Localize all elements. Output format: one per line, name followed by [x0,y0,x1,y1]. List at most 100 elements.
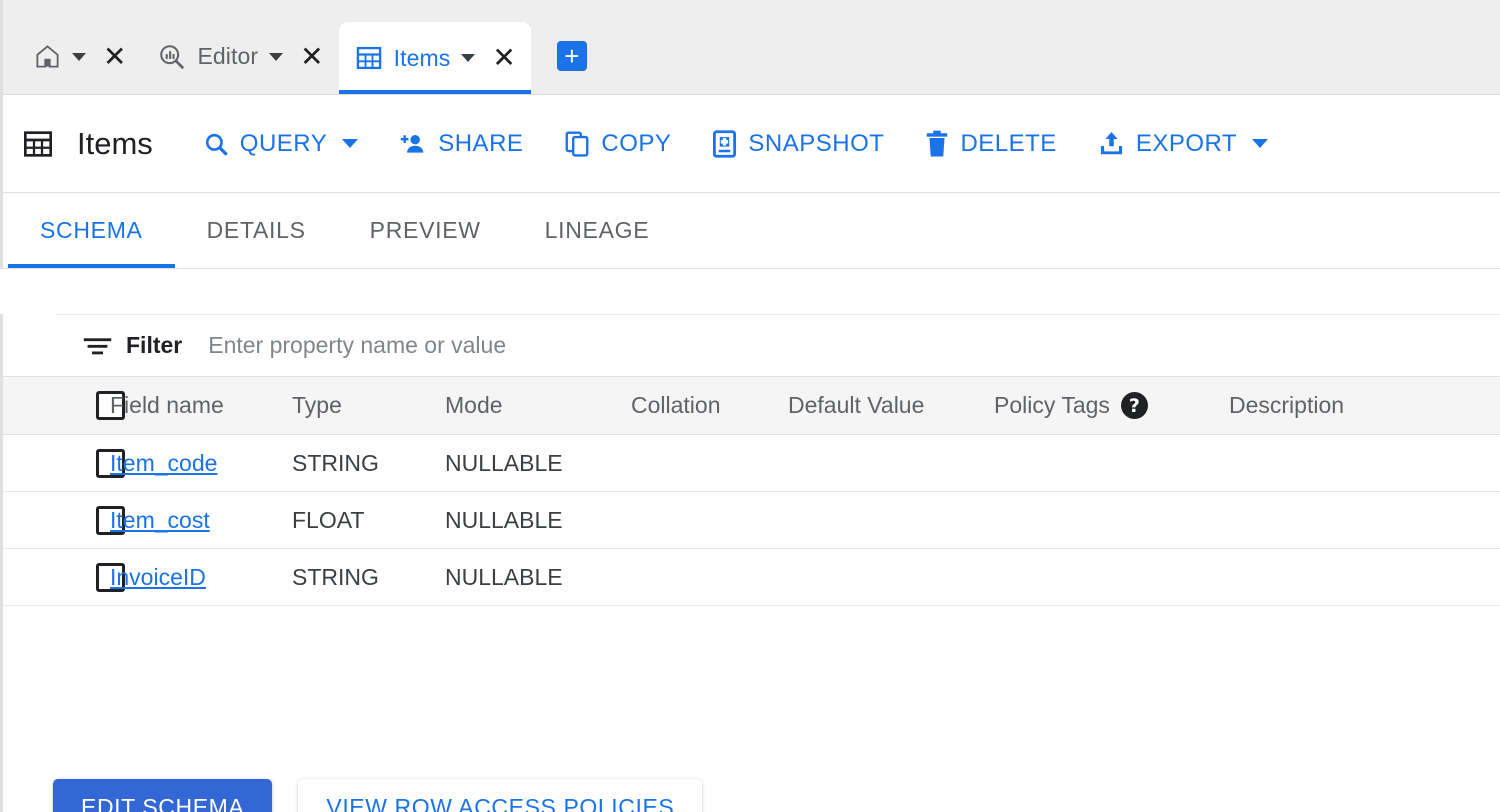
column-header-mode-label: Mode [445,392,503,418]
table-header-row: Field name Type Mode Collation Default V… [0,376,1500,435]
column-header-collation[interactable]: Collation [631,376,788,435]
share-button-label: SHARE [438,129,524,157]
home-icon [34,43,61,70]
column-header-policy-tags[interactable]: Policy Tags ? [994,376,1229,435]
column-header-field-name-label: Field name [110,392,224,418]
column-header-mode[interactable]: Mode [445,376,631,435]
tab-preview-label: PREVIEW [369,217,481,243]
cell-field-name: Item_cost [110,491,292,549]
cell-mode: NULLABLE [445,548,631,606]
cell-policy-tags [994,491,1229,549]
tab-items-close-icon[interactable]: ✕ [492,44,515,72]
snapshot-icon [712,129,737,158]
page-title: Items [77,125,153,161]
tab-home-menu-caret[interactable] [72,52,86,61]
share-button[interactable]: SHARE [399,130,523,158]
tab-items[interactable]: Items ✕ [338,22,532,94]
field-name-link[interactable]: Item_cost [110,507,210,533]
cell-policy-tags [994,548,1229,606]
row-select-cell [0,434,125,492]
export-menu-caret[interactable] [1252,139,1269,148]
copy-icon [564,130,590,157]
new-tab-button[interactable]: + [556,41,587,71]
cell-description [1229,491,1500,549]
help-icon[interactable]: ? [1120,392,1148,419]
field-name-link[interactable]: Item_code [110,450,217,476]
tab-preview[interactable]: PREVIEW [338,193,513,268]
trash-icon [925,130,949,158]
snapshot-button[interactable]: SNAPSHOT [712,130,884,158]
filter-icon[interactable] [83,335,112,357]
schema-table: Field name Type Mode Collation Default V… [0,376,1500,606]
tab-home[interactable]: ✕ [18,19,141,94]
cell-mode: NULLABLE [445,491,631,549]
column-header-description-label: Description [1229,392,1345,418]
cell-policy-tags [994,434,1229,492]
cell-collation [631,434,788,492]
table-row[interactable]: Item_cost FLOAT NULLABLE [0,491,1500,549]
table-toolbar: Items QUERY SHARE COPY SNAPSHOT DELETE E… [0,95,1500,193]
column-header-collation-label: Collation [631,392,721,418]
table-row[interactable]: Item_code STRING NULLABLE [0,434,1500,492]
view-row-access-policies-button[interactable]: VIEW ROW ACCESS POLICIES [298,779,703,812]
tab-lineage-label: LINEAGE [544,217,650,243]
tab-editor-close-icon[interactable]: ✕ [300,42,323,71]
query-button-label: QUERY [239,129,328,157]
tab-items-label: Items [393,44,451,71]
delete-button-label: DELETE [960,129,1057,157]
filter-input[interactable] [208,332,909,359]
tab-details-label: DETAILS [206,217,306,243]
search-icon [203,131,229,157]
browser-tab-strip: ✕ Editor ✕ Items ✕ + [0,0,1500,95]
select-all-header [0,376,125,435]
plus-icon: + [564,41,580,71]
query-icon [157,42,186,71]
query-menu-caret[interactable] [342,139,359,148]
person-add-icon [399,131,427,157]
schema-table-header: Field name Type Mode Collation Default V… [0,376,1500,435]
tab-schema-label: SCHEMA [40,217,143,243]
column-header-description[interactable]: Description [1229,376,1500,435]
filter-label: Filter [126,332,183,358]
row-select-cell [0,548,125,606]
column-header-field-name[interactable]: Field name [110,376,292,435]
tab-editor-menu-caret[interactable] [269,52,284,61]
tab-items-menu-caret[interactable] [461,54,476,62]
schema-panel: Filter Field name Type Mode Collation De… [0,314,1500,812]
cell-type: STRING [292,548,445,606]
cell-type: FLOAT [292,491,445,549]
row-select-cell [0,491,125,549]
column-header-default-value-label: Default Value [788,392,925,418]
cell-collation [631,491,788,549]
table-row[interactable]: InvoiceID STRING NULLABLE [0,548,1500,606]
snapshot-button-label: SNAPSHOT [748,129,885,157]
cell-description [1229,548,1500,606]
cell-default [788,434,994,492]
tab-editor-label: Editor [197,43,259,69]
tab-schema[interactable]: SCHEMA [8,193,175,268]
column-header-type[interactable]: Type [292,376,445,435]
cell-default [788,548,994,606]
tab-details[interactable]: DETAILS [175,193,338,268]
filter-bar: Filter [55,314,1500,376]
export-button-label: EXPORT [1135,129,1238,157]
cell-type: STRING [292,434,445,492]
field-name-link[interactable]: InvoiceID [110,564,206,590]
column-header-default-value[interactable]: Default Value [788,376,994,435]
tab-home-close-icon[interactable]: ✕ [103,42,126,71]
schema-actions: EDIT SCHEMA VIEW ROW ACCESS POLICIES [0,779,1500,812]
cell-mode: NULLABLE [445,434,631,492]
tab-lineage[interactable]: LINEAGE [513,193,682,268]
copy-button[interactable]: COPY [564,130,671,158]
tab-editor[interactable]: Editor ✕ [141,19,338,94]
edit-schema-button[interactable]: EDIT SCHEMA [53,779,273,812]
export-icon [1098,130,1125,157]
schema-table-body: Item_code STRING NULLABLE Item_cost FLOA… [0,434,1500,606]
query-button[interactable]: QUERY [203,129,359,158]
cell-default [788,491,994,549]
column-header-type-label: Type [292,392,342,418]
export-button[interactable]: EXPORT [1098,129,1269,158]
cell-field-name: InvoiceID [110,548,292,606]
cell-field-name: Item_code [110,434,292,492]
delete-button[interactable]: DELETE [925,130,1056,158]
